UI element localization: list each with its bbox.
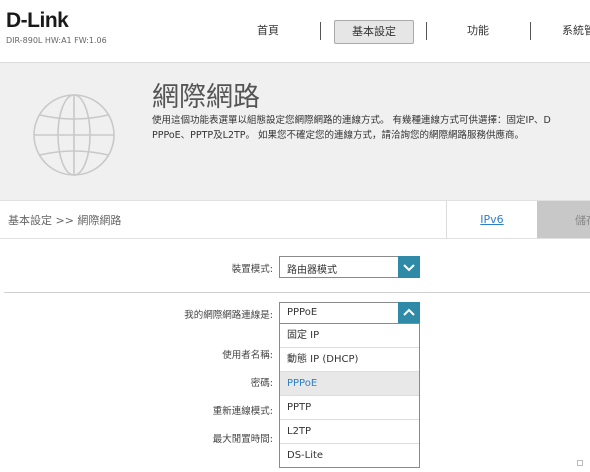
description-line: PPPoE、PPTP及L2TP。 如果您不確定您的連線方式，請洽詢您的網際網路服… xyxy=(152,130,525,141)
username-label: 使用者名稱: xyxy=(222,350,273,361)
nav-system-management[interactable]: 系統管 xyxy=(548,20,590,42)
option-pptp[interactable]: PPTP xyxy=(280,396,419,420)
nav-separator xyxy=(320,22,321,40)
option-pppoe[interactable]: PPPoE xyxy=(280,372,419,396)
checkbox-edge[interactable] xyxy=(577,460,583,466)
connection-type-select[interactable]: PPPoE xyxy=(279,302,420,324)
reconnect-mode-label: 重新連線模式: xyxy=(212,406,273,417)
ipv6-link[interactable]: IPv6 xyxy=(446,201,537,238)
nav-separator xyxy=(530,22,531,40)
max-idle-time-label: 最大閒置時間: xyxy=(212,434,273,445)
connection-type-dropdown: 固定 IP 動態 IP (DHCP) PPPoE PPTP L2TP DS-Li… xyxy=(279,323,420,468)
nav-basic-settings[interactable]: 基本設定 xyxy=(334,20,414,44)
dlink-logo[interactable]: D-Link xyxy=(6,9,69,33)
globe-icon xyxy=(33,94,115,176)
nav-features[interactable]: 功能 xyxy=(442,20,514,42)
top-bar: D-Link DIR-890L HW:A1 FW:1.06 首頁 基本設定 功能… xyxy=(0,0,590,62)
sub-navigation: 基本設定 >> 網際網路 IPv6 儲存 xyxy=(0,200,590,239)
password-label: 密碼: xyxy=(250,378,273,389)
connection-type-value: PPPoE xyxy=(287,307,318,318)
page-title: 網際網路 xyxy=(152,82,260,113)
page-header: 網際網路 使用這個功能表選單以組態設定您網際網路的連線方式。 有幾種連線方式可供… xyxy=(0,62,590,201)
description-line: 使用這個功能表選單以組態設定您網際網路的連線方式。 有幾種連線方式可供選擇：固定… xyxy=(152,115,551,126)
option-static-ip[interactable]: 固定 IP xyxy=(280,324,419,348)
page-description: 使用這個功能表選單以組態設定您網際網路的連線方式。 有幾種連線方式可供選擇：固定… xyxy=(152,113,590,143)
breadcrumb: 基本設定 >> 網際網路 xyxy=(8,214,122,227)
model-info: DIR-890L HW:A1 FW:1.06 xyxy=(6,36,107,45)
section-divider xyxy=(4,292,590,293)
option-ds-lite[interactable]: DS-Lite xyxy=(280,444,419,468)
nav-home[interactable]: 首頁 xyxy=(232,20,304,42)
save-button[interactable]: 儲存 xyxy=(537,201,590,238)
nav-separator xyxy=(426,22,427,40)
device-mode-label: 裝置模式: xyxy=(231,264,273,275)
option-l2tp[interactable]: L2TP xyxy=(280,420,419,444)
dropdown-toggle[interactable] xyxy=(398,302,420,324)
dropdown-toggle[interactable] xyxy=(398,256,420,278)
chevron-up-icon xyxy=(403,308,415,316)
device-mode-select[interactable]: 路由器模式 xyxy=(279,256,420,278)
chevron-down-icon xyxy=(403,264,415,272)
device-mode-value: 路由器模式 xyxy=(287,265,337,276)
save-button-label: 儲存 xyxy=(575,214,590,227)
option-dynamic-ip[interactable]: 動態 IP (DHCP) xyxy=(280,348,419,372)
connection-type-label: 我的網際網路連線是: xyxy=(184,310,273,321)
